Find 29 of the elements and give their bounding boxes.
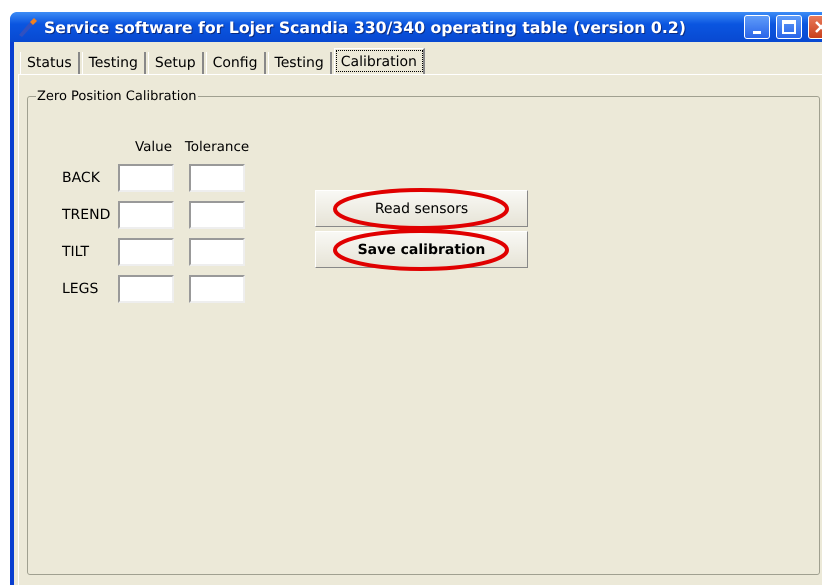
group-title: Zero Position Calibration	[36, 89, 198, 104]
tab[interactable]: Testing	[82, 52, 146, 74]
row-label: TILT	[62, 244, 90, 260]
input-field[interactable]	[118, 164, 174, 192]
maximize-button[interactable]	[776, 15, 802, 39]
input-field[interactable]	[118, 238, 174, 266]
row-label: TREND	[62, 207, 112, 223]
input-field[interactable]	[189, 201, 245, 229]
column-header: Tolerance	[184, 139, 250, 155]
tab[interactable]: Calibration	[334, 48, 425, 74]
minimize-button[interactable]	[744, 15, 770, 39]
input-field[interactable]	[189, 238, 245, 266]
tab[interactable]: Status	[20, 52, 80, 74]
input-field[interactable]	[189, 275, 245, 303]
minimize-icon	[753, 30, 761, 34]
input-field[interactable]	[189, 164, 245, 192]
action-button[interactable]: Read sensors	[315, 190, 528, 227]
row-label: BACK	[62, 170, 101, 186]
maximize-icon	[782, 20, 796, 34]
window-title: Service software for Lojer Scandia 330/340 operating table (version 0.2)	[44, 18, 687, 36]
app-icon	[16, 16, 38, 38]
row-label: LEGS	[62, 281, 100, 297]
action-button[interactable]: Save calibration	[315, 231, 528, 268]
tab[interactable]: Config	[206, 52, 266, 74]
tab[interactable]: Testing	[268, 52, 332, 74]
tab[interactable]: Setup	[148, 52, 204, 74]
input-field[interactable]	[118, 201, 174, 229]
column-header: Value	[134, 139, 172, 155]
input-field[interactable]	[118, 275, 174, 303]
